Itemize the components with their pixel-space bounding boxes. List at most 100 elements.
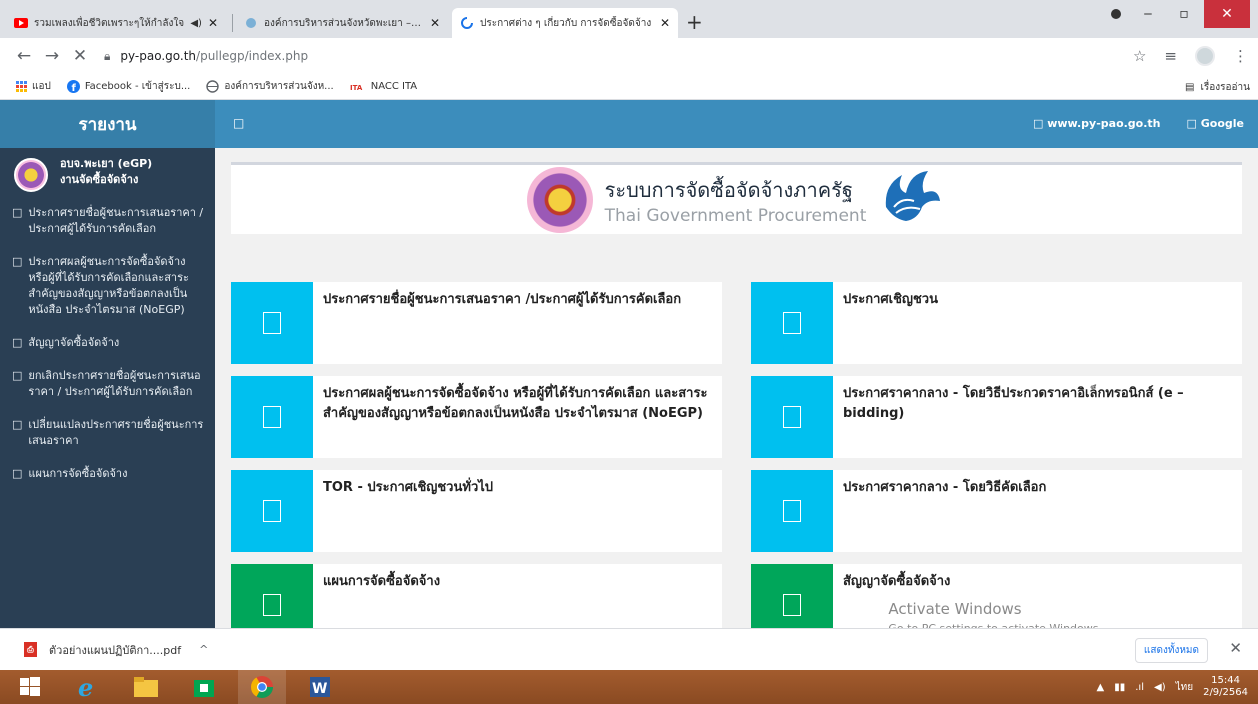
close-tab-icon[interactable]: ✕: [208, 16, 218, 30]
card-tor-general-invitation[interactable]: TOR - ประกาศเชิญชวนทั่วไป: [231, 470, 722, 552]
internet-explorer-icon[interactable]: e: [64, 670, 112, 704]
browser-tab[interactable]: รวมเพลงเพื่อชีวิตเพราะๆให้กำลังใจ ◀) ✕: [6, 8, 226, 38]
pdf-file-icon: ⎙: [24, 642, 37, 657]
card-icon-tile: [751, 282, 833, 364]
site-icon: [244, 16, 258, 30]
lock-icon: 🔒︎: [104, 48, 111, 63]
link-py-pao-site[interactable]: □ www.py-pao.go.th: [1033, 117, 1161, 130]
profile-dot-icon[interactable]: [1104, 0, 1128, 28]
bookmark-facebook[interactable]: f Facebook - เข้าสู่ระบ...: [66, 79, 190, 94]
comptroller-garuda-logo: [876, 167, 946, 233]
reading-mode-icon[interactable]: ≡: [1164, 47, 1177, 65]
document-icon: [783, 594, 801, 616]
system-tray: ▲ ▮▮ .ıl ◀) ไทย 15:44 2/9/2564: [1097, 670, 1248, 704]
clock[interactable]: 15:44 2/9/2564: [1203, 675, 1248, 699]
card-procurement-plan[interactable]: แผนการจัดซื้อจัดจ้าง: [231, 564, 722, 628]
banner-title-th: ระบบการจัดซื้อจัดจ้างภาครัฐ: [604, 177, 853, 202]
svg-text:W: W: [312, 681, 327, 697]
bookmark-apps[interactable]: แอป: [16, 79, 51, 94]
card-winner-announcement[interactable]: ประกาศรายชื่อผู้ชนะการเสนอราคา /ประกาศผู…: [231, 282, 722, 364]
url-host: py-pao.go.th: [120, 49, 197, 63]
banner-title-en: Thai Government Procurement: [604, 205, 867, 226]
show-all-downloads-button[interactable]: แสดงทั้งหมด: [1134, 638, 1208, 663]
stop-loading-icon[interactable]: ✕: [66, 46, 94, 66]
card-icon-tile: [231, 282, 313, 364]
maximize-icon[interactable]: ▫: [1166, 0, 1202, 28]
close-download-shelf-icon[interactable]: ✕: [1229, 639, 1242, 657]
sidebar-title[interactable]: รายงาน: [0, 100, 215, 148]
card-icon-tile: [751, 376, 833, 458]
close-window-icon[interactable]: ✕: [1204, 0, 1250, 28]
card-median-price-selection[interactable]: ประกาศราคากลาง - โดยวิธีคัดเลือก: [751, 470, 1242, 552]
bookmark-nacc-ita[interactable]: ITA NACC ITA: [349, 81, 417, 92]
document-icon: [783, 312, 801, 334]
new-tab-button[interactable]: +: [686, 10, 703, 34]
reading-list-icon: ▤: [1185, 82, 1195, 93]
browser-tab-strip: รวมเพลงเพื่อชีวิตเพราะๆให้กำลังใจ ◀) ✕ อ…: [0, 0, 1258, 38]
card-median-price-ebidding[interactable]: ประกาศราคากลาง - โดยวิธีประกวดราคาอิเล็ก…: [751, 376, 1242, 458]
sidebar-menu: □ ประกาศรายชื่อผู้ชนะการเสนอราคา / ประกา…: [0, 198, 215, 492]
sidebar-item-change-announcement[interactable]: □ เปลี่ยนแปลงประกาศรายชื่อผู้ชนะการเสนอร…: [12, 410, 205, 459]
more-menu-icon[interactable]: ⋮: [1233, 47, 1248, 65]
avatar: [14, 158, 48, 192]
volume-icon[interactable]: ◀): [1154, 682, 1166, 693]
download-shelf: ⎙ ตัวอย่างแผนปฏิบัติกา....pdf ^ แสดงทั้ง…: [0, 628, 1258, 670]
document-icon: [263, 500, 281, 522]
windows-start-icon[interactable]: [6, 670, 54, 704]
store-icon[interactable]: [180, 670, 228, 704]
loading-icon: [460, 16, 474, 30]
windows-taskbar: e W ▲ ▮▮ .ıl ◀) ไทย 15:44 2/9/2564: [0, 670, 1258, 704]
speaker-icon[interactable]: ◀): [190, 18, 202, 29]
top-navbar: □ □ www.py-pao.go.th □ Google: [215, 100, 1258, 148]
card-invitation[interactable]: ประกาศเชิญชวน: [751, 282, 1242, 364]
reading-list[interactable]: ▤ เรื่องรออ่าน: [1185, 80, 1250, 95]
menu-glyph-icon: □: [12, 255, 23, 268]
youtube-icon: [14, 16, 28, 30]
signal-icon[interactable]: .ıl: [1135, 682, 1144, 693]
menu-glyph-icon: □: [12, 467, 23, 480]
sidebar-item-cancel-announcement[interactable]: □ ยกเลิกประกาศรายชื่อผู้ชนะการเสนอราคา /…: [12, 361, 205, 410]
sidebar-item-contracts[interactable]: □ สัญญาจัดซื้อจัดจ้าง: [12, 328, 205, 361]
card-icon-tile: [751, 564, 833, 628]
word-icon[interactable]: W: [296, 670, 344, 704]
globe-icon: [206, 80, 220, 93]
input-language[interactable]: ไทย: [1176, 680, 1193, 695]
browser-tab[interactable]: องค์การบริหารส่วนจังหวัดพะเยา – Pha ✕: [236, 8, 448, 38]
link-google[interactable]: □ Google: [1187, 117, 1244, 130]
svg-text:f: f: [71, 83, 76, 93]
chrome-icon[interactable]: [238, 670, 286, 704]
url-path: /pullegp/index.php: [196, 49, 309, 63]
sidebar-item-winner-announcement[interactable]: □ ประกาศรายชื่อผู้ชนะการเสนอราคา / ประกา…: [12, 198, 205, 247]
chevron-up-icon[interactable]: ^: [199, 643, 208, 656]
ita-icon: ITA: [349, 81, 366, 92]
tab-divider: [232, 14, 233, 32]
sidebar-item-procurement-plan[interactable]: □ แผนการจัดซื้อจัดจ้าง: [12, 459, 205, 492]
back-arrow-icon[interactable]: ←: [10, 46, 38, 66]
document-icon: [263, 406, 281, 428]
document-icon: [263, 594, 281, 616]
document-icon: [783, 500, 801, 522]
tray-overflow-icon[interactable]: ▲: [1097, 682, 1105, 693]
card-noegp-results[interactable]: ประกาศผลผู้ชนะการจัดซื้อจัดจ้าง หรือผู้ท…: [231, 376, 722, 458]
close-tab-icon[interactable]: ✕: [660, 16, 670, 30]
web-page: รายงาน อบจ.พะเยา (eGP) งานจัดซื้อจัดจ้าง…: [0, 100, 1258, 628]
download-item[interactable]: ⎙ ตัวอย่างแผนปฏิบัติกา....pdf ^: [0, 641, 208, 659]
sidebar-toggle-icon[interactable]: □: [233, 116, 244, 130]
bookmarks-bar: แอป f Facebook - เข้าสู่ระบ... องค์การบร…: [0, 74, 1258, 100]
profile-avatar-icon[interactable]: [1195, 46, 1215, 66]
file-explorer-icon[interactable]: [122, 670, 170, 704]
address-bar[interactable]: 🔒︎ py-pao.go.th/pullegp/index.php: [104, 44, 1138, 68]
sidebar-item-noegp[interactable]: □ ประกาศผลผู้ชนะการจัดซื้อจัดจ้าง หรือผู…: [12, 247, 205, 328]
close-tab-icon[interactable]: ✕: [430, 16, 440, 30]
forward-arrow-icon[interactable]: →: [38, 46, 66, 66]
bookmark-pao[interactable]: องค์การบริหารส่วนจังห...: [206, 79, 334, 94]
svg-text:ITA: ITA: [350, 84, 363, 92]
card-icon-tile: [231, 470, 313, 552]
menu-glyph-icon: □: [12, 369, 23, 382]
minimize-icon[interactable]: ‒: [1130, 0, 1166, 28]
browser-toolbar: ← → ✕ 🔒︎ py-pao.go.th/pullegp/index.php …: [0, 38, 1258, 74]
network-icon[interactable]: ▮▮: [1114, 682, 1125, 693]
bookmark-star-icon[interactable]: ☆: [1133, 47, 1146, 65]
browser-tab-active[interactable]: ประกาศต่าง ๆ เกี่ยวกับ การจัดซื้อจัดจ้าง…: [452, 8, 678, 38]
main-content: ระบบการจัดซื้อจัดจ้างภาครัฐ Thai Governm…: [215, 148, 1258, 628]
